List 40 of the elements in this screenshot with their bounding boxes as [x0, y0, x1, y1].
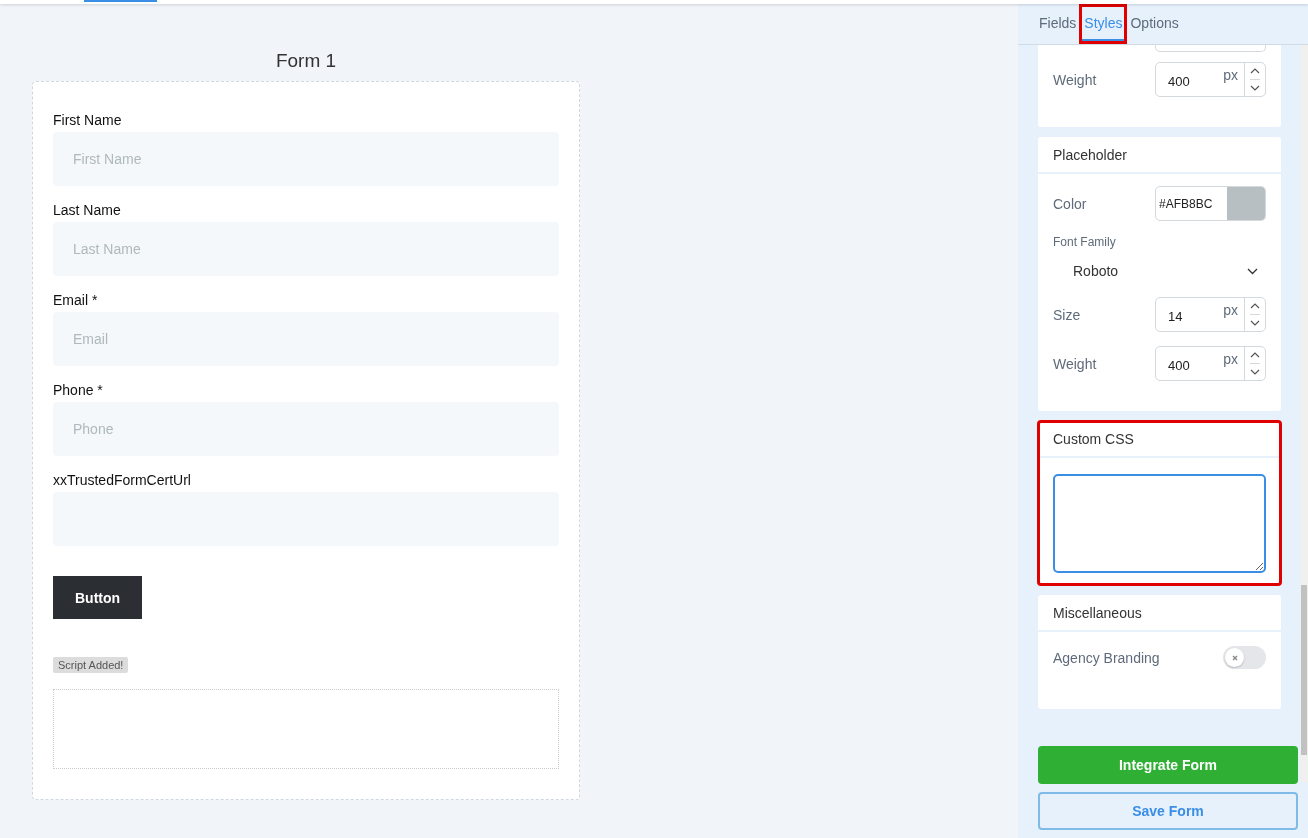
setting-label: Font Family — [1053, 235, 1117, 249]
scrollbar[interactable] — [1300, 45, 1308, 782]
chevron-down-icon[interactable] — [1250, 314, 1260, 326]
field-label: Email * — [53, 292, 99, 308]
css-textarea[interactable] — [1053, 474, 1266, 573]
chevron-down-icon[interactable] — [1250, 79, 1260, 91]
close-icon — [1231, 654, 1238, 661]
input-field[interactable]: Last Name — [53, 222, 559, 276]
setting-label: Color — [1053, 195, 1087, 212]
script-added-badge: Script Added! — [53, 657, 129, 673]
chevron-down-icon[interactable] — [1250, 363, 1260, 375]
input-field[interactable]: Email — [53, 312, 559, 366]
chevron-up-icon[interactable] — [1250, 352, 1260, 358]
field-label: xxTrustedFormCertUrl — [53, 472, 192, 488]
chevron-down-icon — [1247, 267, 1258, 275]
number-field[interactable]: 400 px — [1155, 346, 1266, 381]
color-field[interactable]: #AFB8BC — [1155, 186, 1266, 221]
panel-tab[interactable]: Options — [1128, 7, 1181, 41]
font-select[interactable]: Roboto — [1053, 249, 1266, 285]
section-title: Miscellaneous — [1038, 595, 1281, 632]
toggle-switch[interactable] — [1223, 646, 1266, 669]
color-swatch[interactable] — [1227, 187, 1265, 220]
form-button[interactable]: Button — [53, 576, 143, 619]
setting-label: Size — [1053, 306, 1081, 323]
field-label: Last Name — [53, 202, 122, 218]
chevron-up-icon[interactable] — [1250, 68, 1260, 74]
input-field[interactable]: First Name — [53, 132, 559, 186]
setting-label: Weight — [1053, 355, 1097, 372]
chevron-up-icon[interactable] — [1250, 303, 1260, 309]
field-label: Phone * — [53, 382, 104, 398]
form-title: Form 1 — [274, 50, 338, 72]
field-label: First Name — [53, 112, 123, 128]
section-title: Placeholder — [1038, 137, 1281, 174]
setting-label: Agency Branding — [1053, 649, 1160, 666]
panel-tab[interactable]: Fields — [1037, 7, 1079, 41]
input-field[interactable]: Phone — [53, 402, 559, 456]
number-field[interactable]: 14 px — [1155, 297, 1266, 332]
number-field[interactable]: 400 px — [1155, 62, 1266, 97]
section-title: Custom CSS — [1038, 421, 1281, 458]
setting-label: Weight — [1053, 71, 1097, 88]
